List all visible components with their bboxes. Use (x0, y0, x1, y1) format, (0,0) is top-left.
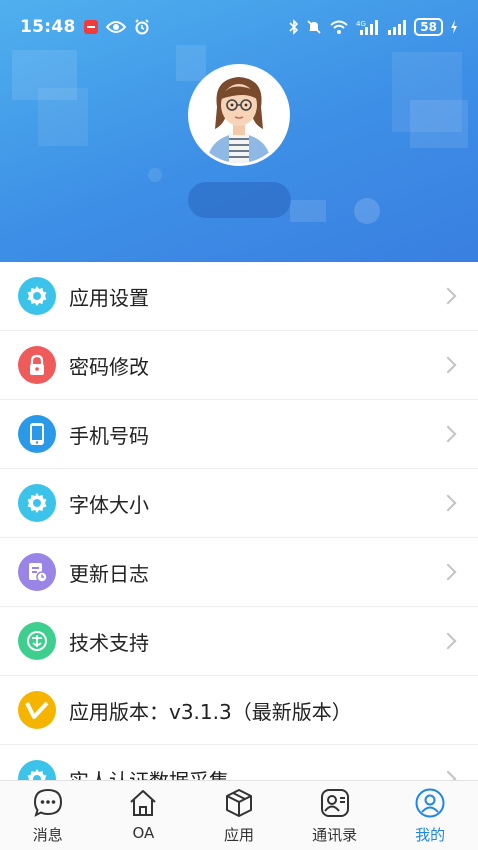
avatar-illustration (191, 67, 287, 163)
decoration (410, 100, 468, 148)
menu-item-label: 技术支持 (69, 630, 149, 655)
menu-item-label: 实人认证数据采集 (69, 765, 229, 781)
alarm-icon (134, 19, 149, 35)
phone-icon (18, 415, 56, 453)
menu-item-label: 密码修改 (69, 354, 149, 379)
lock-icon (18, 346, 56, 384)
decoration (290, 200, 326, 222)
decoration (148, 168, 162, 182)
cube-icon (222, 786, 256, 820)
log-icon (18, 553, 56, 591)
signal-4g-icon: 4G (356, 20, 379, 35)
mute-icon (307, 20, 321, 34)
tab-label: 消息 (32, 826, 63, 844)
profile-header: 15:48 4G 58 (0, 0, 478, 262)
gear-icon (18, 484, 56, 522)
status-bar: 15:48 4G 58 (0, 0, 478, 54)
decoration (354, 198, 380, 224)
tab-contacts[interactable]: 通讯录 (287, 781, 383, 850)
support-icon (18, 622, 56, 660)
chevron-right-icon (439, 563, 457, 581)
tab-label: OA (132, 824, 155, 842)
tab-messages[interactable]: 消息 (0, 781, 96, 850)
menu-item-update-log[interactable]: 更新日志 (0, 538, 478, 607)
chevron-right-icon (439, 494, 457, 512)
chevron-right-icon (439, 770, 457, 780)
tab-profile[interactable]: 我的 (382, 781, 478, 850)
tab-label: 我的 (415, 826, 446, 844)
menu-item-app-settings[interactable]: 应用设置 (0, 262, 478, 331)
version-icon (18, 691, 56, 729)
menu-item-real-name-auth[interactable]: 实人认证数据采集 (0, 745, 478, 780)
menu-item-phone-number[interactable]: 手机号码 (0, 400, 478, 469)
eye-icon (105, 21, 126, 33)
menu-item-change-password[interactable]: 密码修改 (0, 331, 478, 400)
chevron-right-icon (439, 632, 457, 650)
battery-indicator: 58 (414, 18, 443, 36)
contacts-icon (318, 786, 352, 820)
signal-icon (388, 20, 407, 35)
menu-item-app-version[interactable]: 应用版本：v3.1.3（最新版本） (0, 676, 478, 745)
message-icon (31, 786, 65, 820)
avatar[interactable] (188, 64, 290, 166)
menu-item-label: 更新日志 (69, 561, 149, 586)
chevron-right-icon (439, 287, 457, 305)
menu-item-tech-support[interactable]: 技术支持 (0, 607, 478, 676)
menu-item-label: 应用版本：v3.1.3（最新版本） (69, 699, 352, 724)
tab-oa[interactable]: OA (96, 781, 192, 850)
settings-menu: 应用设置 密码修改 手机号码 字体大小 更新日志 技术支持 应用版本：v3.1.… (0, 262, 478, 780)
status-time: 15:48 (20, 17, 76, 37)
svg-text:4G: 4G (356, 20, 366, 28)
notification-badge-icon (83, 20, 98, 34)
menu-item-label: 应用设置 (69, 285, 149, 310)
gear-icon (18, 760, 56, 780)
tab-label: 通讯录 (312, 826, 358, 844)
menu-item-label: 字体大小 (69, 492, 149, 517)
bottom-tab-bar: 消息 OA 应用 通讯录 我的 (0, 780, 478, 850)
user-name-placeholder (188, 182, 291, 218)
menu-item-font-size[interactable]: 字体大小 (0, 469, 478, 538)
tab-label: 应用 (223, 826, 254, 844)
tab-apps[interactable]: 应用 (191, 781, 287, 850)
profile-icon (413, 786, 447, 820)
home-icon (126, 786, 160, 820)
decoration (38, 88, 88, 146)
chevron-right-icon (439, 425, 457, 443)
charging-icon (451, 20, 457, 34)
chevron-right-icon (439, 356, 457, 374)
bluetooth-icon (289, 19, 299, 35)
wifi-icon (330, 20, 348, 34)
menu-item-label: 手机号码 (69, 423, 149, 448)
gear-icon (18, 277, 56, 315)
